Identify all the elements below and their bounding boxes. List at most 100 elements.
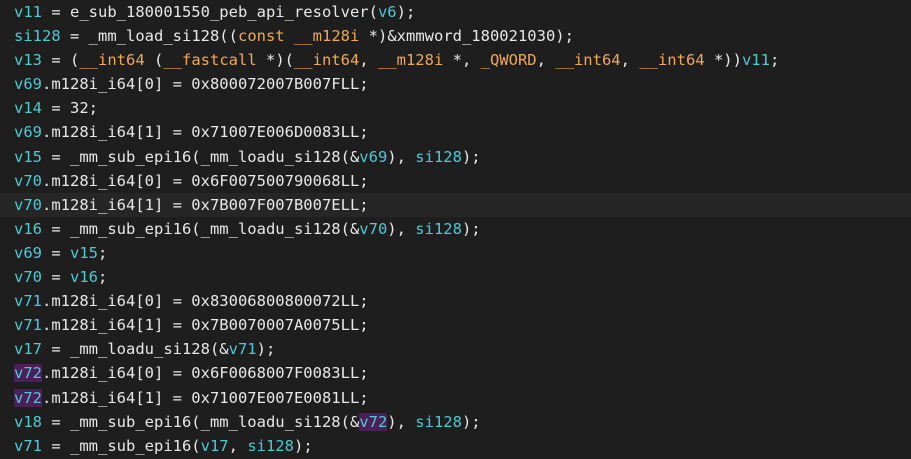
code-line[interactable]: v17 = _mm_loadu_si128(&v71); <box>0 337 911 361</box>
code-text: ); <box>256 340 276 359</box>
code-text: = <box>42 243 70 262</box>
code-variable[interactable]: v72 <box>14 388 42 407</box>
code-text: .m128i_i64[0] = 0x6F007500790068LL; <box>42 171 369 190</box>
code-text: .m128i_i64[0] = 0x6F0068007F0083LL; <box>42 364 369 383</box>
code-line[interactable]: v71.m128i_i64[0] = 0x83006800800072LL; <box>0 289 911 313</box>
code-variable[interactable]: v17 <box>201 437 229 455</box>
code-keyword: __int64 <box>293 51 360 70</box>
code-variable[interactable]: v17 <box>14 340 42 358</box>
code-text: ); <box>461 219 481 238</box>
code-text: = ( <box>42 51 80 70</box>
pseudocode-view[interactable]: v11 = e_sub_180001550_peb_api_resolver(v… <box>0 0 911 459</box>
code-text: .m128i_i64[0] = 0x800072007B007FLL; <box>42 75 369 94</box>
code-keyword: __m128i <box>377 51 444 70</box>
code-text: *)( <box>256 51 294 70</box>
code-variable[interactable]: si128 <box>415 413 462 431</box>
code-text: = _mm_load_si128(( <box>60 27 238 46</box>
code-text: ); <box>461 412 481 431</box>
code-variable[interactable]: si128 <box>14 27 61 45</box>
code-variable[interactable]: v16 <box>14 220 42 238</box>
code-text: ); <box>461 147 481 166</box>
code-variable[interactable]: v71 <box>14 437 42 455</box>
code-text: ; <box>769 51 780 70</box>
code-variable[interactable]: v70 <box>14 268 42 286</box>
code-line[interactable]: v71 = _mm_sub_epi16(v17, si128); <box>0 434 911 458</box>
code-keyword: __int64 <box>555 51 621 70</box>
code-text: ); <box>293 436 313 455</box>
code-variable[interactable]: v15 <box>70 244 98 262</box>
code-text: = e_sub_180001550_peb_api_resolver( <box>42 3 378 21</box>
code-text: = _mm_sub_epi16(_mm_loadu_si128(& <box>42 219 360 238</box>
code-text: .m128i_i64[1] = 0x71007E006D0083LL; <box>42 123 369 142</box>
code-variable[interactable]: v71 <box>229 340 257 358</box>
code-line[interactable]: v11 = e_sub_180001550_peb_api_resolver(v… <box>0 0 911 24</box>
code-text: = _mm_loadu_si128(& <box>42 340 229 359</box>
code-variable[interactable]: v15 <box>14 148 42 166</box>
code-variable[interactable]: v11 <box>14 3 42 21</box>
code-keyword: __fastcall <box>163 51 257 70</box>
code-variable[interactable]: v18 <box>14 413 42 431</box>
code-variable[interactable]: v14 <box>14 99 42 117</box>
code-variable[interactable]: v16 <box>70 268 98 286</box>
code-text: .m128i_i64[1] = 0x71007E007E0081LL; <box>42 388 369 407</box>
code-variable[interactable]: si128 <box>415 148 462 166</box>
code-text: , <box>228 436 248 455</box>
code-text: ( <box>144 51 164 70</box>
code-variable[interactable]: si128 <box>247 437 294 455</box>
code-variable[interactable]: v69 <box>14 123 42 141</box>
code-keyword: _QWORD <box>480 51 537 70</box>
code-keyword: __int64 <box>639 51 705 70</box>
code-variable[interactable]: si128 <box>415 220 462 238</box>
code-variable[interactable]: v13 <box>14 51 42 69</box>
code-line[interactable]: v14 = 32; <box>0 96 911 120</box>
code-variable[interactable]: v69 <box>359 148 387 166</box>
code-line[interactable]: v72.m128i_i64[0] = 0x6F0068007F0083LL; <box>0 361 911 385</box>
code-keyword: __m128i <box>294 27 360 46</box>
code-line[interactable]: v70 = v16; <box>0 265 911 289</box>
code-text: ), <box>387 412 416 431</box>
code-line[interactable]: v72.m128i_i64[1] = 0x71007E007E0081LL; <box>0 386 911 410</box>
code-line[interactable]: v16 = _mm_sub_epi16(_mm_loadu_si128(&v70… <box>0 217 911 241</box>
code-text: = _mm_sub_epi16(_mm_loadu_si128(& <box>42 147 360 166</box>
code-text: *)) <box>704 51 742 70</box>
code-text: , <box>620 51 640 70</box>
code-variable[interactable]: v69 <box>14 244 42 262</box>
code-text: , <box>536 51 556 70</box>
code-text: ), <box>387 147 416 166</box>
code-text: = _mm_sub_epi16(_mm_loadu_si128(& <box>42 412 360 431</box>
code-text: .m128i_i64[1] = 0x7B0070007A0075LL; <box>42 316 369 335</box>
code-variable[interactable]: v70 <box>14 172 42 190</box>
code-keyword: const <box>237 27 285 46</box>
code-text: *)&xmmword_180021030); <box>359 27 574 46</box>
code-text: .m128i_i64[0] = 0x83006800800072LL; <box>42 292 369 311</box>
code-text: = 32; <box>42 99 98 118</box>
code-line[interactable]: v13 = (__int64 (__fastcall *)(__int64, _… <box>0 48 911 72</box>
code-line[interactable]: v69.m128i_i64[1] = 0x71007E006D0083LL; <box>0 120 911 144</box>
code-text: = _mm_sub_epi16( <box>42 436 201 455</box>
code-line[interactable]: v18 = _mm_sub_epi16(_mm_loadu_si128(&v72… <box>0 410 911 434</box>
code-line[interactable]: v69 = v15; <box>0 241 911 265</box>
code-variable[interactable]: v70 <box>14 196 42 214</box>
code-variable[interactable]: v69 <box>14 75 42 93</box>
code-variable[interactable]: v6 <box>378 3 397 21</box>
code-line[interactable]: v70.m128i_i64[1] = 0x7B007F007B007ELL; <box>0 192 911 217</box>
code-variable[interactable]: v71 <box>14 292 42 310</box>
code-keyword: __int64 <box>79 51 145 70</box>
code-text: ; <box>98 243 108 262</box>
code-variable[interactable]: v11 <box>742 51 770 69</box>
code-variable[interactable]: v70 <box>359 220 387 238</box>
code-text: ); <box>396 3 416 21</box>
code-line[interactable]: v70.m128i_i64[0] = 0x6F007500790068LL; <box>0 169 911 193</box>
code-text: ; <box>98 268 108 287</box>
code-variable[interactable]: v72 <box>359 412 388 431</box>
code-text: .m128i_i64[1] = 0x7B007F007B007ELL; <box>42 195 369 214</box>
code-text: = <box>42 268 70 287</box>
code-line[interactable]: si128 = _mm_load_si128((const __m128i *)… <box>0 24 911 48</box>
code-line[interactable]: v71.m128i_i64[1] = 0x7B0070007A0075LL; <box>0 313 911 337</box>
code-variable[interactable]: v72 <box>14 364 42 383</box>
code-text: *, <box>443 51 481 70</box>
code-variable[interactable]: v71 <box>14 316 42 334</box>
code-line[interactable]: v69.m128i_i64[0] = 0x800072007B007FLL; <box>0 72 911 96</box>
code-line[interactable]: v15 = _mm_sub_epi16(_mm_loadu_si128(&v69… <box>0 145 911 169</box>
